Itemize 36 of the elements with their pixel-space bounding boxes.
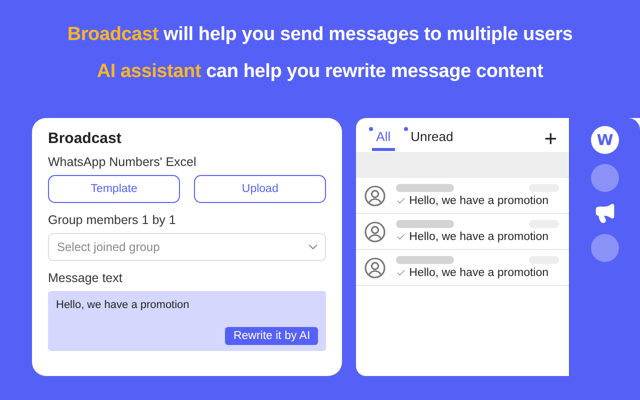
rewrite-button[interactable]: Rewrite it by AI bbox=[225, 327, 318, 345]
field-label: Message text bbox=[48, 271, 124, 285]
chat-item[interactable]: Hello, we have a promotion bbox=[356, 214, 570, 250]
placeholder-bar bbox=[396, 256, 454, 264]
headline: AI assistant can help you rewrite message content bbox=[96, 61, 544, 83]
add-button[interactable]: + bbox=[544, 128, 558, 150]
message-text: Hello, we have a promotion bbox=[56, 299, 190, 311]
avatar-icon bbox=[364, 184, 386, 206]
dot-icon bbox=[404, 127, 408, 131]
check-icon bbox=[396, 268, 406, 278]
avatar-icon bbox=[364, 220, 386, 242]
upload-button[interactable]: Upload bbox=[194, 175, 326, 203]
tab[interactable]: Unread bbox=[406, 127, 458, 151]
chat-preview: Hello, we have a promotion bbox=[409, 267, 549, 279]
placeholder-bar bbox=[396, 220, 454, 228]
group-select[interactable]: Select joined group bbox=[48, 233, 326, 261]
card-title: Broadcast bbox=[48, 130, 122, 147]
dot-icon bbox=[369, 127, 374, 131]
sidebar-button[interactable] bbox=[591, 234, 620, 262]
placeholder-bar bbox=[396, 184, 454, 192]
chat-item[interactable]: Hello, we have a promotion bbox=[356, 250, 570, 286]
message-field[interactable]: Hello, we have a promotion Rewrite it by AI bbox=[48, 291, 326, 351]
headline: Broadcast will help you send messages to multiple users bbox=[67, 24, 573, 46]
field-label: WhatsApp Numbers' Excel bbox=[48, 155, 198, 169]
sidebar-button[interactable] bbox=[591, 164, 620, 192]
avatar-icon bbox=[364, 256, 386, 278]
chat-preview: Hello, we have a promotion bbox=[409, 195, 549, 207]
template-button[interactable]: Template bbox=[48, 175, 180, 203]
search-bar[interactable] bbox=[356, 152, 570, 178]
chat-item[interactable]: Hello, we have a promotion bbox=[356, 178, 570, 214]
field-label: Group members 1 by 1 bbox=[48, 213, 177, 227]
chat-preview: Hello, we have a promotion bbox=[409, 231, 549, 243]
megaphone-icon[interactable] bbox=[594, 202, 616, 224]
check-icon bbox=[396, 232, 406, 242]
logo[interactable]: W bbox=[591, 126, 620, 154]
check-icon bbox=[396, 196, 406, 206]
